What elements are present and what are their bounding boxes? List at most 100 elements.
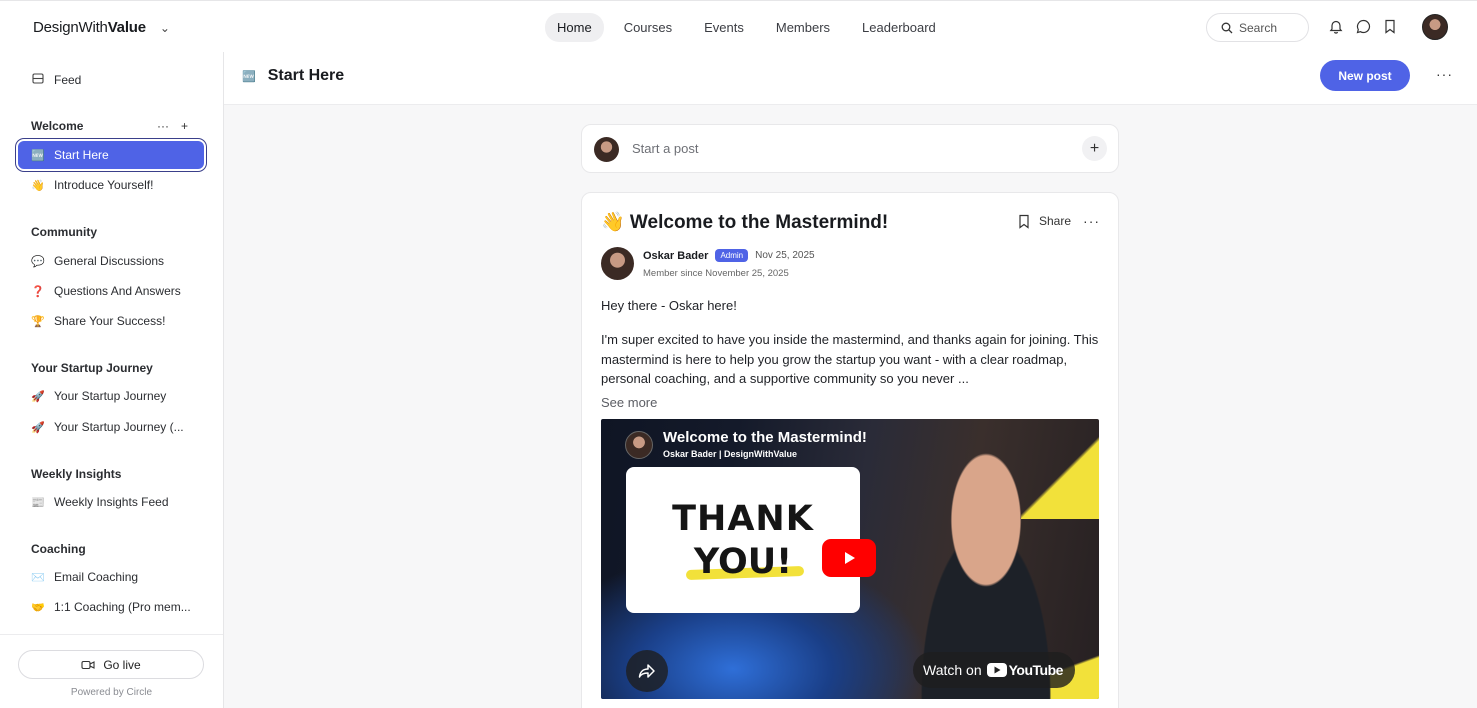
member-since: Member since November 25, 2025 — [643, 268, 789, 279]
watch-on-label: Watch on — [923, 662, 982, 678]
sidebar-item-label: Your Startup Journey (... — [54, 420, 184, 434]
author-name[interactable]: Oskar Bader — [643, 250, 708, 262]
tab-events[interactable]: Events — [692, 13, 756, 42]
page-title-text: Start Here — [267, 67, 345, 84]
trophy-icon: 🏆 — [31, 315, 45, 328]
post-paragraph-2: I'm super excited to have you inside the… — [601, 332, 1099, 386]
page-title: 🆕 Start Here — [242, 67, 344, 85]
more-icon[interactable]: ··· — [1083, 213, 1100, 229]
sidebar-item-introduce-yourself[interactable]: 👋 Introduce Yourself! — [18, 171, 204, 199]
page-header: 🆕 Start Here New post ··· — [224, 52, 1477, 105]
video-title[interactable]: Welcome to the Mastermind! — [663, 429, 867, 446]
see-more-link[interactable]: See more — [601, 395, 657, 410]
post-title[interactable]: 👋 Welcome to the Mastermind! — [601, 210, 888, 234]
post-actions: Share ··· — [1018, 213, 1100, 229]
chat-icon[interactable] — [1356, 19, 1371, 34]
sidebar-footer: Go live Powered by Circle — [0, 634, 223, 708]
section-coaching: Coaching — [31, 542, 86, 556]
sidebar-item-startup-journey[interactable]: 🚀 Your Startup Journey — [18, 382, 204, 410]
sidebar-item-startup-journey-2[interactable]: 🚀 Your Startup Journey (... — [18, 413, 204, 441]
top-bar: DesignWith Value ⌄ Home Courses Events Me… — [0, 0, 1477, 52]
share-arrow-icon — [638, 664, 655, 678]
user-avatar[interactable] — [1422, 14, 1448, 40]
go-live-button[interactable]: Go live — [18, 650, 204, 679]
more-icon[interactable]: ··· — [157, 119, 169, 133]
question-icon: ❓ — [31, 285, 45, 298]
section-actions: ··· + — [157, 119, 188, 133]
sidebar-item-label: General Discussions — [54, 254, 165, 268]
brand-name-regular: DesignWith — [33, 19, 108, 36]
sidebar-item-label: Weekly Insights Feed — [54, 495, 169, 509]
sidebar-item-1on1-coaching[interactable]: 🤝 1:1 Coaching (Pro mem... — [18, 593, 204, 621]
admin-badge: Admin — [715, 249, 749, 262]
rocket-icon: 🚀 — [31, 390, 45, 403]
tab-courses[interactable]: Courses — [612, 13, 684, 42]
section-startup-journey: Your Startup Journey — [31, 361, 153, 375]
author-line: Oskar Bader Admin Nov 25, 2025 — [643, 249, 815, 262]
post-composer[interactable]: Start a post + — [581, 124, 1119, 173]
plus-icon[interactable]: + — [181, 119, 188, 133]
sidebar-item-label: Start Here — [54, 148, 109, 162]
speech-bubble-icon: 💬 — [31, 255, 45, 268]
brand-name-bold: Value — [107, 19, 146, 36]
brand-switcher[interactable]: DesignWith Value ⌄ — [33, 19, 170, 36]
sidebar-item-label: Email Coaching — [54, 570, 139, 584]
post-date: Nov 25, 2025 — [755, 250, 815, 261]
search-input[interactable]: Search — [1206, 13, 1309, 42]
share-button[interactable]: Share — [1039, 214, 1071, 228]
sidebar-item-label: 1:1 Coaching (Pro mem... — [54, 600, 191, 614]
sidebar-item-general-discussions[interactable]: 💬 General Discussions — [18, 247, 204, 275]
sidebar-item-label: Your Startup Journey — [54, 389, 167, 403]
tab-leaderboard[interactable]: Leaderboard — [850, 13, 948, 42]
sidebar-item-feed[interactable]: Feed — [18, 66, 204, 94]
bookmark-icon[interactable] — [1018, 214, 1030, 229]
rocket-icon: 🚀 — [31, 421, 45, 434]
youtube-play-icon — [986, 663, 1007, 677]
search-placeholder: Search — [1239, 20, 1278, 35]
new-icon: 🆕 — [31, 149, 45, 162]
composer-placeholder: Start a post — [632, 141, 699, 156]
sidebar-item-label: Questions And Answers — [54, 284, 181, 298]
youtube-embed[interactable]: Welcome to the Mastermind! Oskar Bader |… — [601, 419, 1099, 699]
new-post-button[interactable]: New post — [1320, 60, 1410, 91]
powered-by[interactable]: Powered by Circle — [0, 687, 223, 698]
sidebar: Feed Welcome ··· + 🆕 Start Here 👋 Introd… — [0, 52, 224, 708]
sidebar-item-label: Feed — [54, 73, 82, 87]
handshake-icon: 🤝 — [31, 601, 45, 614]
bell-icon[interactable] — [1329, 19, 1343, 34]
sidebar-item-label: Share Your Success! — [54, 314, 166, 328]
author-avatar[interactable] — [601, 247, 634, 280]
thumbnail-text-thank: THANK — [672, 499, 814, 539]
wave-icon: 👋 — [31, 179, 45, 192]
bookmark-icon[interactable] — [1384, 19, 1396, 34]
search-icon — [1221, 22, 1233, 33]
video-channel: Oskar Bader | DesignWithValue — [663, 449, 797, 459]
feed-icon — [31, 73, 45, 87]
add-icon[interactable]: + — [1082, 136, 1107, 161]
tab-members[interactable]: Members — [764, 13, 842, 42]
sidebar-item-start-here[interactable]: 🆕 Start Here — [18, 141, 204, 169]
sidebar-item-email-coaching[interactable]: ✉️ Email Coaching — [18, 563, 204, 591]
go-live-label: Go live — [103, 657, 141, 672]
play-button[interactable] — [822, 539, 876, 577]
tab-home[interactable]: Home — [545, 13, 604, 42]
youtube-logo: YouTube — [986, 662, 1063, 678]
sidebar-item-share-success[interactable]: 🏆 Share Your Success! — [18, 307, 204, 335]
post-paragraph-1: Hey there - Oskar here! — [601, 298, 737, 313]
post-card: 👋 Welcome to the Mastermind! Share ··· O… — [581, 192, 1119, 708]
video-share-button[interactable] — [626, 650, 668, 692]
section-community: Community — [31, 225, 97, 239]
main-nav: Home Courses Events Members Leaderboard — [545, 13, 952, 42]
envelope-icon: ✉️ — [31, 571, 45, 584]
section-weekly-insights: Weekly Insights — [31, 467, 122, 481]
watch-on-youtube-button[interactable]: Watch on YouTube — [913, 652, 1075, 688]
sidebar-item-weekly-insights-feed[interactable]: 📰 Weekly Insights Feed — [18, 488, 204, 516]
channel-avatar[interactable] — [625, 431, 653, 459]
video-camera-icon — [81, 660, 95, 669]
avatar — [594, 137, 619, 162]
sidebar-item-label: Introduce Yourself! — [54, 178, 154, 192]
play-icon — [845, 552, 855, 564]
more-options-icon[interactable]: ··· — [1436, 66, 1453, 82]
new-icon: 🆕 — [242, 70, 256, 83]
sidebar-item-questions[interactable]: ❓ Questions And Answers — [18, 277, 204, 305]
